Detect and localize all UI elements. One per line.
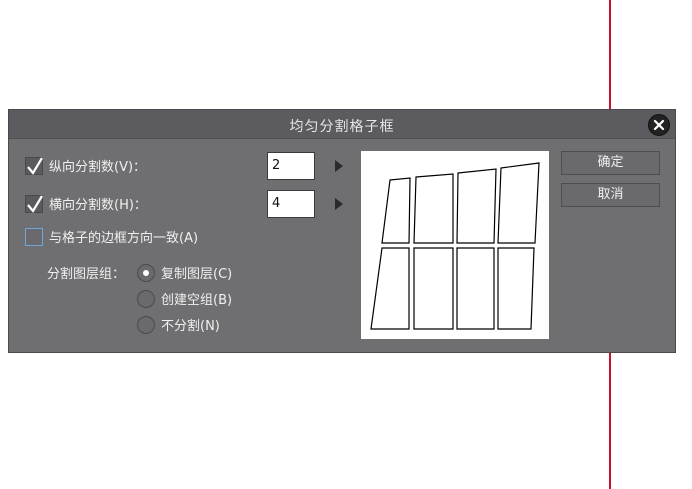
vertical-split-row: 纵向分割数(V)： <box>25 156 146 175</box>
radio-empty-group-button[interactable] <box>137 289 155 308</box>
dialog-title: 均匀分割格子框 <box>289 119 395 135</box>
cancel-button[interactable]: 取消 <box>561 183 660 207</box>
frame-split-preview <box>361 151 549 339</box>
radio-no-split[interactable]: 不分割(N) <box>137 315 220 334</box>
radio-empty-group-label: 创建空组(B) <box>161 293 233 308</box>
radio-copy-layer[interactable]: 复制图层(C) <box>137 263 232 282</box>
horizontal-split-input[interactable]: 4 <box>267 190 315 218</box>
preview-cell <box>381 177 411 244</box>
vertical-spin-arrow-icon[interactable] <box>335 160 343 172</box>
align-border-label: 与格子的边框方向一致(A) <box>49 231 199 246</box>
preview-cell <box>370 247 410 330</box>
preview-cell <box>497 162 540 244</box>
preview-cell <box>413 173 454 244</box>
horizontal-split-row: 横向分割数(H)： <box>25 194 147 213</box>
align-border-checkbox[interactable] <box>25 227 43 246</box>
radio-copy-layer-label: 复制图层(C) <box>161 267 233 282</box>
layer-group-label: 分割图层组： <box>47 267 126 282</box>
preview-cell <box>413 247 454 330</box>
vertical-split-checkbox[interactable] <box>25 156 43 175</box>
preview-cell <box>456 168 497 244</box>
horizontal-split-label: 横向分割数(H)： <box>49 198 147 213</box>
close-icon[interactable] <box>648 114 670 136</box>
layer-group-label-row: 分割图层组： <box>47 263 125 282</box>
preview-grid-image <box>370 162 540 330</box>
preview-cell <box>497 247 535 330</box>
horizontal-split-checkbox[interactable] <box>25 194 43 213</box>
preview-cell <box>456 247 495 330</box>
horizontal-spin-arrow-icon[interactable] <box>335 198 343 210</box>
ok-button[interactable]: 确定 <box>561 151 660 175</box>
split-frame-dialog: 均匀分割格子框 纵向分割数(V)： 2 横向分割数(H)： 4 与格子的边框方向… <box>8 109 676 353</box>
vertical-split-label: 纵向分割数(V)： <box>49 160 147 175</box>
align-border-row: 与格子的边框方向一致(A) <box>25 227 198 246</box>
radio-empty-group[interactable]: 创建空组(B) <box>137 289 232 308</box>
radio-no-split-label: 不分割(N) <box>161 319 220 334</box>
radio-no-split-button[interactable] <box>137 315 155 334</box>
vertical-split-input[interactable]: 2 <box>267 152 315 180</box>
dialog-titlebar[interactable]: 均匀分割格子框 <box>9 110 675 139</box>
radio-copy-layer-button[interactable] <box>137 263 155 282</box>
